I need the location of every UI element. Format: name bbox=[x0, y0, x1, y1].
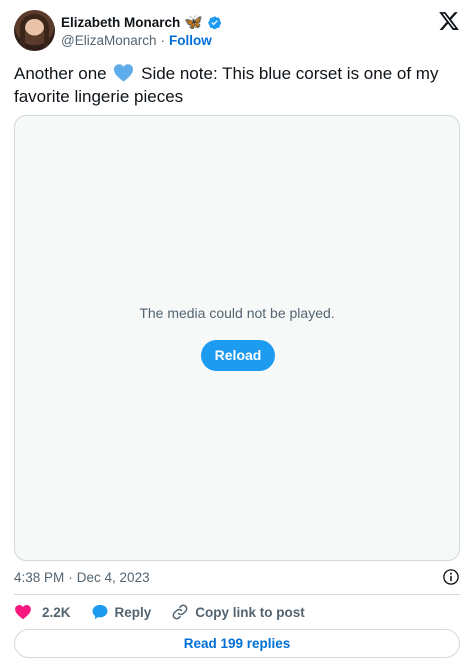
media-error-message: The media could not be played. bbox=[139, 305, 335, 321]
author-name-row[interactable]: Elizabeth Monarch 🦋 bbox=[61, 12, 222, 32]
handle-separator: · bbox=[160, 32, 166, 48]
avatar[interactable] bbox=[14, 10, 55, 51]
heart-icon bbox=[15, 604, 31, 620]
reply-button[interactable]: Reply bbox=[91, 603, 152, 621]
x-logo-icon[interactable] bbox=[438, 10, 460, 32]
like-count: 2.2K bbox=[42, 604, 71, 620]
follow-link[interactable]: Follow bbox=[169, 33, 212, 48]
media-container: The media could not be played. Reload bbox=[14, 115, 460, 561]
info-icon[interactable] bbox=[442, 568, 460, 586]
author-name[interactable]: Elizabeth Monarch bbox=[61, 15, 180, 30]
handle-row: @ElizaMonarch · Follow bbox=[61, 31, 212, 49]
post-header: Elizabeth Monarch 🦋 @ElizaMonarch · Foll… bbox=[14, 10, 460, 52]
like-button[interactable]: 2.2K bbox=[14, 603, 71, 621]
link-icon bbox=[172, 604, 188, 620]
post-meta: 4:38 PM · Dec 4, 2023 bbox=[14, 567, 460, 587]
meta-separator: · bbox=[68, 569, 73, 585]
embedded-post-card: Elizabeth Monarch 🦋 @ElizaMonarch · Foll… bbox=[0, 0, 474, 671]
post-actions: 2.2K Reply Copy link to post bbox=[14, 602, 460, 622]
read-replies-button[interactable]: Read 199 replies bbox=[14, 629, 460, 658]
verified-badge-icon bbox=[208, 15, 222, 29]
reload-button[interactable]: Reload bbox=[201, 340, 275, 371]
post-text: Another one Side note: This blue corset … bbox=[14, 62, 460, 108]
post-text-part-1: Another one bbox=[14, 64, 107, 83]
avatar-hair-shape bbox=[20, 14, 49, 50]
post-time[interactable]: 4:38 PM bbox=[14, 570, 64, 585]
post-date[interactable]: Dec 4, 2023 bbox=[77, 570, 150, 585]
divider bbox=[14, 594, 460, 595]
copy-link-label: Copy link to post bbox=[195, 604, 305, 620]
reply-bubble-icon bbox=[92, 604, 108, 620]
copy-link-button[interactable]: Copy link to post bbox=[171, 603, 305, 621]
author-handle[interactable]: @ElizaMonarch bbox=[61, 33, 157, 48]
butterfly-emoji: 🦋 bbox=[184, 12, 203, 31]
blue-heart-icon bbox=[114, 64, 134, 82]
reply-label: Reply bbox=[114, 604, 152, 620]
